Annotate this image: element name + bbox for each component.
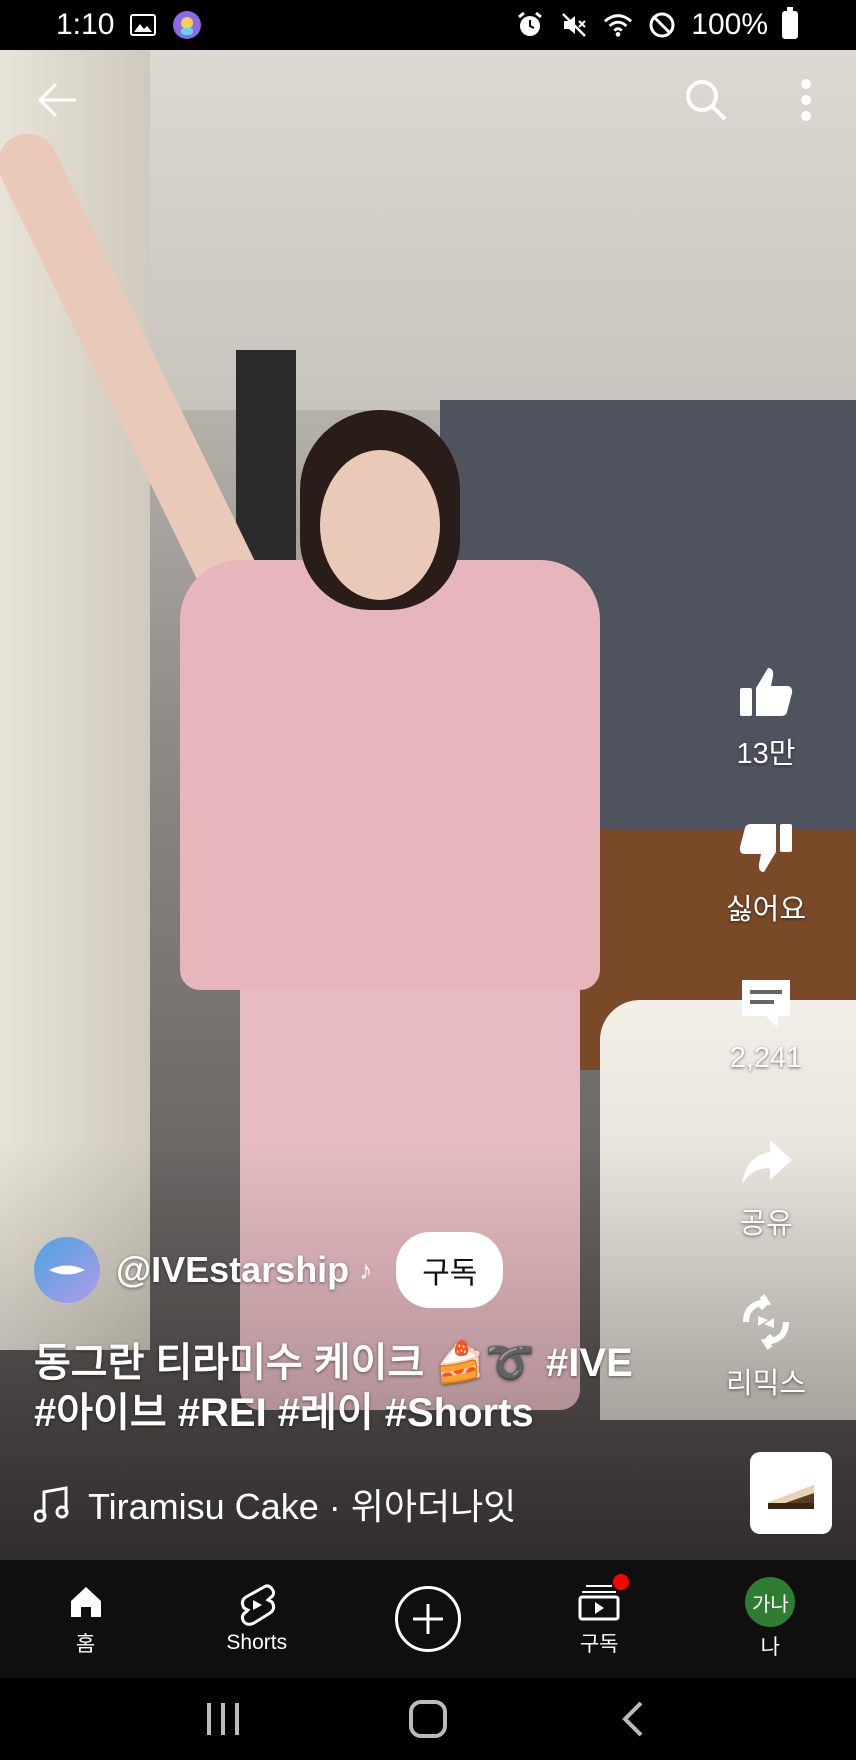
channel-row: @IVEstarship ♪ 구독 [34, 1232, 504, 1308]
profile-avatar: 가나 [745, 1577, 796, 1627]
gallery-icon [128, 10, 158, 40]
share-label: 공유 [739, 1208, 793, 1240]
subscribe-button[interactable]: 구독 [396, 1232, 504, 1308]
app-notification-icon [172, 10, 202, 40]
nav-create[interactable] [348, 1586, 508, 1652]
search-button[interactable] [678, 72, 734, 128]
battery-percent: 100% [691, 8, 768, 41]
comment-icon [734, 972, 798, 1036]
back-system-button[interactable] [603, 1689, 663, 1749]
nav-home-label: 홈 [75, 1633, 96, 1656]
nav-subscriptions-label: 구독 [579, 1633, 619, 1656]
system-nav-bar [0, 1678, 856, 1760]
music-label: Tiramisu Cake · 위아더나잇 [88, 1486, 517, 1527]
dislike-label: 싫어요 [725, 894, 807, 926]
more-options-button[interactable] [778, 72, 834, 128]
home-system-button[interactable] [398, 1689, 458, 1749]
comments-button[interactable]: 2,241 [696, 972, 836, 1075]
nav-subscriptions[interactable]: 구독 [519, 1574, 679, 1658]
comment-count: 2,241 [729, 1042, 803, 1074]
subscriptions-icon [577, 1574, 630, 1624]
caption-line-1: 동그란 티라미수 케이크 🍰➰ #IVE [34, 1341, 633, 1385]
dislike-button[interactable]: 싫어요 [696, 816, 836, 928]
share-arrow-icon [734, 1130, 798, 1194]
nav-home[interactable]: 홈 [6, 1580, 166, 1658]
more-vert-icon [801, 79, 811, 121]
nav-me-label: 나 [760, 1636, 780, 1659]
like-count: 13만 [736, 738, 796, 770]
dnd-icon [647, 10, 677, 40]
remix-icon [734, 1290, 798, 1354]
person-face [320, 450, 440, 600]
search-icon [686, 80, 727, 121]
home-icon [64, 1580, 108, 1624]
thumbs-up-icon [734, 660, 798, 724]
status-left: 1:10 [56, 8, 202, 42]
person-shirt [180, 560, 600, 990]
sound-thumbnail[interactable] [750, 1452, 832, 1534]
back-button[interactable] [30, 72, 86, 128]
alarm-icon [515, 10, 545, 40]
plus-icon [394, 1586, 461, 1652]
music-note-icon: ♪ [359, 1254, 373, 1285]
thumbs-down-icon [734, 816, 798, 880]
channel-logo-icon [49, 1265, 85, 1275]
remix-label: 리믹스 [725, 1368, 807, 1400]
wifi-icon [603, 10, 633, 40]
home-square-icon [408, 1700, 447, 1738]
recent-apps-button[interactable] [193, 1689, 253, 1749]
share-button[interactable]: 공유 [696, 1130, 836, 1242]
nav-shorts-label: Shorts [226, 1631, 288, 1654]
status-bar: 1:10 100% [0, 0, 856, 50]
chevron-left-icon [622, 1701, 643, 1737]
shorts-icon [235, 1583, 279, 1627]
music-note-icon [34, 1486, 69, 1523]
status-time: 1:10 [56, 8, 115, 41]
recent-apps-icon [206, 1703, 239, 1735]
nav-shorts[interactable]: Shorts [177, 1583, 337, 1655]
arrow-left-icon [37, 82, 76, 118]
cake-icon [768, 1485, 814, 1509]
battery-icon [782, 7, 798, 39]
channel-avatar[interactable] [34, 1237, 100, 1303]
mute-icon [559, 10, 589, 40]
status-right: 100% [515, 7, 798, 42]
nav-me[interactable]: 가나 나 [690, 1577, 850, 1661]
video-caption[interactable]: 동그란 티라미수 케이크 🍰➰ #IVE #아이브 #REI #레이 #Shor… [34, 1338, 694, 1438]
bottom-nav: 홈 Shorts 구독 가나 나 [0, 1560, 856, 1678]
remix-button[interactable]: 리믹스 [696, 1290, 836, 1402]
like-button[interactable]: 13만 [696, 660, 836, 772]
notification-dot [613, 1574, 630, 1590]
channel-handle[interactable]: @IVEstarship [116, 1249, 349, 1291]
music-row[interactable]: Tiramisu Cake · 위아더나잇 [34, 1478, 516, 1530]
caption-line-2: #아이브 #REI #레이 #Shorts [34, 1391, 534, 1435]
